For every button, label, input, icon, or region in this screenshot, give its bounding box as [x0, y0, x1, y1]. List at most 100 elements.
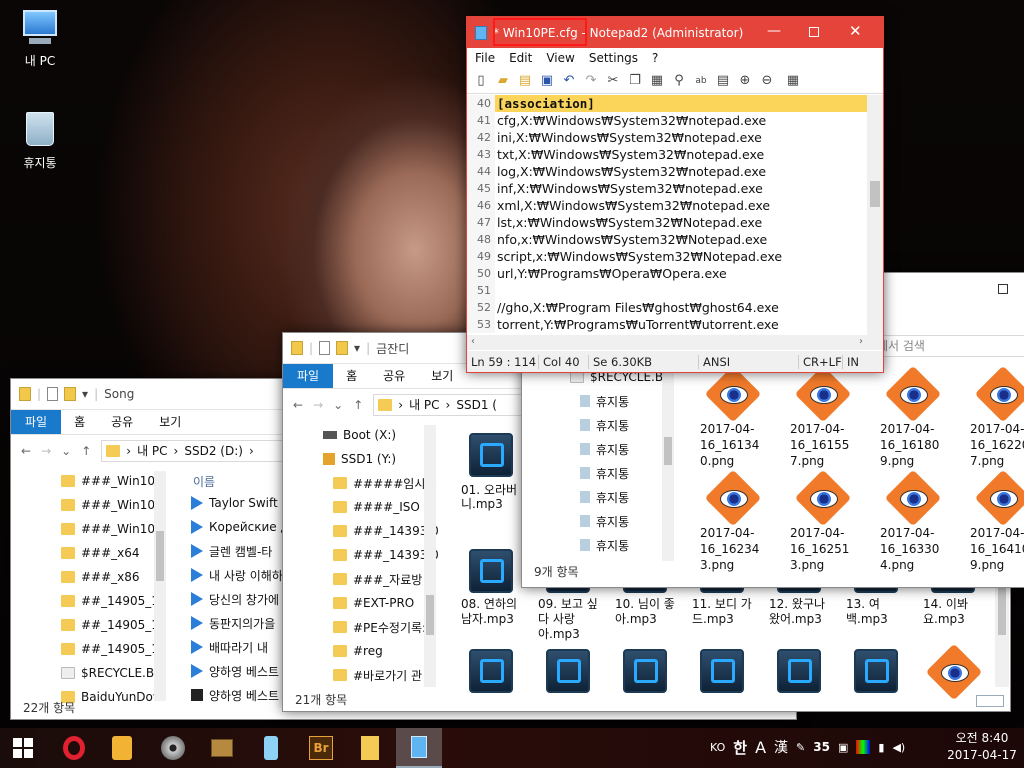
tree-item[interactable]: 휴지통 [570, 389, 670, 413]
tab-file[interactable]: 파일 [11, 410, 62, 434]
view-toggle[interactable] [976, 695, 1004, 707]
editor[interactable]: 40 [association] 41 cfg,X:₩Windows₩System3… [467, 95, 867, 350]
back-icon[interactable]: ← [21, 444, 31, 458]
new-file-icon[interactable]: ▯ [471, 71, 491, 91]
tree-item[interactable]: 휴지통 [570, 485, 670, 509]
ime-alpha[interactable]: A [755, 738, 766, 757]
new-folder-icon[interactable] [336, 341, 349, 355]
image-file-item[interactable]: 2017-04-16_162513.png [790, 475, 880, 573]
usb-icon[interactable]: ▮ [878, 741, 884, 754]
breadcrumb-item[interactable]: 내 PC [137, 442, 167, 459]
tree-item[interactable]: #바로가기 관 [323, 663, 423, 687]
forward-icon[interactable]: → [41, 444, 51, 458]
tree-item[interactable]: SSD1 (Y:) [323, 447, 423, 471]
image-file-item[interactable]: 2017-04-16_162343.png [700, 475, 790, 573]
list-item[interactable]: 양하영 베스트 [191, 659, 291, 683]
tree-item[interactable]: 휴지통 [570, 413, 670, 437]
list-item[interactable]: 글렌 캠벨-타 [191, 539, 291, 563]
maximize-button[interactable] [809, 27, 819, 37]
list-item[interactable]: Taylor Swift - [191, 491, 291, 515]
image-file-item[interactable]: 2017-04-16_161809.png [880, 371, 970, 469]
bridge-icon[interactable]: Br [306, 733, 336, 763]
chevron-down-icon[interactable]: ▾ [354, 341, 360, 355]
image-file-icon[interactable] [931, 649, 977, 695]
list-item[interactable]: 내 사랑 이해하 [191, 563, 291, 587]
mp3-file-icon[interactable] [777, 649, 821, 693]
tree-scrollbar[interactable] [424, 425, 436, 687]
list-item[interactable]: 배따라기 내 [191, 635, 291, 659]
maximize-icon[interactable] [998, 284, 1008, 294]
search-app-icon[interactable] [107, 733, 137, 763]
replace-icon[interactable]: ab [691, 71, 711, 91]
desktop-icon-my-pc[interactable]: 내 PC [14, 10, 66, 69]
ime-hangul[interactable]: 한 [733, 737, 747, 758]
save-icon[interactable]: ▣ [537, 71, 557, 91]
chevron-down-icon[interactable]: ▾ [82, 387, 88, 401]
tree-item[interactable]: ###_14393.0 [323, 519, 439, 543]
menu-help[interactable]: ? [652, 51, 658, 65]
list-item[interactable]: 양하영 베스트 [191, 683, 291, 707]
speaker-icon[interactable]: ◀) [892, 741, 905, 754]
tree-item[interactable]: 휴지통 [570, 509, 670, 533]
temperature-indicator[interactable]: 35 [813, 740, 830, 754]
tree-item[interactable]: #EXT-PRO [323, 591, 423, 615]
tree-scrollbar[interactable] [662, 365, 674, 561]
media-player-icon[interactable] [158, 733, 188, 763]
ime-hanja[interactable]: 漢 [774, 737, 788, 757]
list-item[interactable]: 당신의 창가에 [191, 587, 291, 611]
display-icon[interactable] [856, 740, 871, 754]
network-icon[interactable]: ▣ [838, 741, 848, 754]
zoom-in-icon[interactable]: ⊕ [735, 71, 755, 91]
breadcrumb-item[interactable]: SSD1 ( [456, 398, 497, 412]
box-icon[interactable] [207, 733, 237, 763]
tab-file[interactable]: 파일 [283, 364, 334, 388]
mp3-file-icon[interactable] [469, 649, 513, 693]
new-folder-icon[interactable] [64, 387, 77, 401]
zoom-out-icon[interactable]: ⊖ [757, 71, 777, 91]
notepad-icon[interactable] [396, 728, 442, 768]
tree-item[interactable]: ###_자료방 [323, 567, 423, 591]
breadcrumb-item[interactable]: SSD2 (D:) [184, 444, 243, 458]
tab-share[interactable]: 공유 [370, 364, 418, 388]
copy-icon[interactable]: ❐ [625, 71, 645, 91]
tab-share[interactable]: 공유 [98, 410, 146, 434]
tree-item[interactable]: #####임시파 [323, 471, 436, 495]
redo-icon[interactable]: ↷ [581, 71, 601, 91]
mp3-file-icon[interactable] [623, 649, 667, 693]
undo-icon[interactable]: ↶ [559, 71, 579, 91]
opera-icon[interactable] [59, 733, 89, 763]
list-item[interactable]: 동판지의가을 [191, 611, 291, 635]
tab-home[interactable]: 홈 [61, 410, 98, 434]
tree-item[interactable]: #reg [323, 639, 423, 663]
mp3-file-icon[interactable] [854, 649, 898, 693]
tree-item[interactable]: 휴지통 [570, 533, 670, 557]
find-icon[interactable]: ⚲ [669, 71, 689, 91]
tab-view[interactable]: 보기 [146, 410, 194, 434]
properties-icon[interactable] [319, 341, 331, 355]
up-icon[interactable]: ↑ [81, 444, 91, 458]
image-file-item[interactable]: 2017-04-16_161557.png [790, 371, 880, 469]
desktop-icon-recycle-bin[interactable]: 휴지통 [14, 112, 66, 171]
chevron-down-icon[interactable]: ⌄ [333, 398, 343, 412]
tree-item[interactable]: #PE수정기록: [323, 615, 426, 639]
status-encoding[interactable]: ANSI [699, 355, 799, 369]
browse-icon[interactable]: ▤ [515, 71, 535, 91]
open-folder-icon[interactable]: ▰ [493, 71, 513, 91]
tree-item[interactable]: 휴지통 [570, 461, 670, 485]
tree-item[interactable]: ####_ISO [323, 495, 423, 519]
cut-icon[interactable]: ✂ [603, 71, 623, 91]
column-header-name[interactable]: 이름 [193, 473, 215, 490]
language-indicator[interactable]: KO [710, 741, 725, 754]
clock[interactable]: 오전 8:40 2017-04-17 [944, 730, 1020, 764]
tab-home[interactable]: 홈 [333, 364, 370, 388]
scheme-icon[interactable]: ▦ [783, 71, 803, 91]
up-icon[interactable]: ↑ [353, 398, 363, 412]
tab-view[interactable]: 보기 [418, 364, 466, 388]
menu-view[interactable]: View [546, 51, 574, 65]
folder-icon[interactable] [355, 733, 385, 763]
chevron-down-icon[interactable]: ⌄ [61, 444, 71, 458]
horizontal-scrollbar[interactable]: ‹ › [467, 335, 867, 350]
start-button[interactable] [8, 733, 38, 763]
tree-item[interactable]: ###_14393.0 [323, 543, 439, 567]
tree-item[interactable]: Boot (X:) [323, 423, 423, 447]
